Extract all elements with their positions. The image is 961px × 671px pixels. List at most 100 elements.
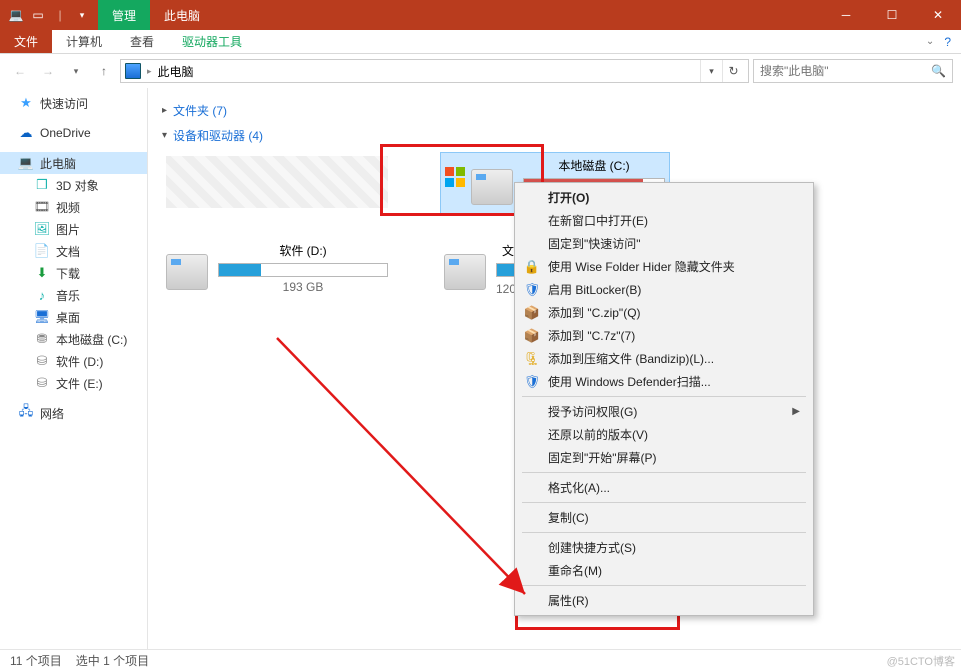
- menu-label: 复制(C): [548, 509, 589, 526]
- chevron-right-icon: ▶: [792, 406, 800, 417]
- menu-item-properties[interactable]: 属性(R): [518, 589, 810, 612]
- blurred-placeholder: [166, 156, 388, 208]
- menu-label: 使用 Wise Folder Hider 隐藏文件夹: [548, 258, 735, 275]
- maximize-button[interactable]: ☐: [869, 0, 915, 30]
- search-input[interactable]: [760, 64, 931, 78]
- group-drives-header[interactable]: ▾设备和驱动器 (4): [162, 127, 947, 144]
- archive-icon: 📦: [524, 328, 540, 344]
- sidebar-item-label: OneDrive: [40, 126, 91, 140]
- recent-locations-button[interactable]: ▾: [64, 59, 88, 83]
- address-bar[interactable]: ▸ 此电脑 ▾ ↻: [120, 59, 749, 83]
- shield-icon: 🛡: [524, 282, 540, 298]
- menu-label: 固定到"快速访问": [548, 235, 641, 252]
- group-folders-header[interactable]: ▸文件夹 (7): [162, 102, 947, 119]
- menu-item-bandizip[interactable]: 🗜添加到压缩文件 (Bandizip)(L)...: [518, 347, 810, 370]
- sidebar-item-onedrive[interactable]: ☁ OneDrive: [0, 122, 147, 144]
- menu-label: 固定到"开始"屏幕(P): [548, 449, 657, 466]
- chevron-right-icon[interactable]: ▸: [147, 66, 152, 77]
- menu-item-pin-start[interactable]: 固定到"开始"屏幕(P): [518, 446, 810, 469]
- tab-file[interactable]: 文件: [0, 30, 52, 53]
- dropdown-icon[interactable]: ▾: [74, 7, 90, 23]
- sidebar-item-label: 桌面: [56, 309, 80, 326]
- sidebar-item-drive-e[interactable]: ⛁文件 (E:): [0, 372, 147, 394]
- desktop-icon: 🖥: [34, 309, 50, 325]
- back-button[interactable]: ←: [8, 59, 32, 83]
- windows-logo-icon: [445, 167, 467, 189]
- defender-icon: 🛡: [524, 374, 540, 390]
- menu-label: 添加到 "C.7z"(7): [548, 327, 635, 344]
- sidebar-item-label: 下载: [56, 265, 80, 282]
- pc-icon: 💻: [18, 155, 34, 171]
- ribbon-expand-icon[interactable]: ⌄: [926, 36, 934, 47]
- menu-label: 在新窗口中打开(E): [548, 212, 648, 229]
- drive-icon: [444, 254, 486, 290]
- sidebar-item-drive-d[interactable]: ⛁软件 (D:): [0, 350, 147, 372]
- checkbox-icon[interactable]: ▭: [30, 7, 46, 23]
- drive-item-unknown[interactable]: [162, 152, 392, 214]
- pc-icon: 💻: [8, 7, 24, 23]
- sidebar-item-label: 网络: [40, 405, 64, 422]
- address-dropdown-icon[interactable]: ▾: [700, 60, 722, 82]
- menu-item-add-c7z[interactable]: 📦 添加到 "C.7z"(7): [518, 324, 810, 347]
- menu-item-open[interactable]: 打开(O): [518, 186, 810, 209]
- sidebar-item-drive-c[interactable]: ⛃本地磁盘 (C:): [0, 328, 147, 350]
- search-icon[interactable]: 🔍: [931, 64, 946, 78]
- forward-button[interactable]: →: [36, 59, 60, 83]
- menu-item-grant-access[interactable]: 授予访问权限(G)▶: [518, 400, 810, 423]
- tab-view[interactable]: 查看: [116, 30, 168, 53]
- menu-item-add-czip[interactable]: 📦添加到 "C.zip"(Q): [518, 301, 810, 324]
- group-label: 设备和驱动器 (4): [173, 127, 263, 144]
- menu-item-bitlocker[interactable]: 🛡启用 BitLocker(B): [518, 278, 810, 301]
- menu-label: 添加到压缩文件 (Bandizip)(L)...: [548, 350, 714, 367]
- sidebar-item-videos[interactable]: 🎞视频: [0, 196, 147, 218]
- document-icon: 📄: [34, 243, 50, 259]
- menu-item-copy[interactable]: 复制(C): [518, 506, 810, 529]
- sidebar-item-label: 图片: [56, 221, 80, 238]
- sidebar-item-music[interactable]: ♪音乐: [0, 284, 147, 306]
- menu-item-defender-scan[interactable]: 🛡使用 Windows Defender扫描...: [518, 370, 810, 393]
- sidebar-item-quick-access[interactable]: ★快速访问: [0, 92, 147, 114]
- download-icon: ⬇: [34, 265, 50, 281]
- ribbon: 文件 计算机 查看 驱动器工具 ⌄ ?: [0, 30, 961, 54]
- context-menu: 打开(O) 在新窗口中打开(E) 固定到"快速访问" 🔒 使用 Wise Fold…: [514, 182, 814, 616]
- close-button[interactable]: ✕: [915, 0, 961, 30]
- menu-label: 添加到 "C.zip"(Q): [548, 304, 641, 321]
- sidebar-item-this-pc[interactable]: 💻此电脑: [0, 152, 147, 174]
- sidebar-item-3d-objects[interactable]: ❒3D 对象: [0, 174, 147, 196]
- menu-item-format[interactable]: 格式化(A)...: [518, 476, 810, 499]
- menu-item-rename[interactable]: 重命名(M): [518, 559, 810, 582]
- window-title: 此电脑: [150, 0, 214, 30]
- capacity-bar: [218, 263, 388, 277]
- tab-driver-tools[interactable]: 驱动器工具: [168, 30, 256, 53]
- sidebar-item-network[interactable]: 🖧网络: [0, 402, 147, 424]
- drive-item-d[interactable]: 软件 (D:) 193 GB: [162, 238, 392, 301]
- drive-icon: ⛁: [34, 375, 50, 391]
- cube-icon: ❒: [34, 177, 50, 193]
- tab-computer[interactable]: 计算机: [52, 30, 116, 53]
- menu-label: 创建快捷方式(S): [548, 539, 636, 556]
- menu-item-restore-versions[interactable]: 还原以前的版本(V): [518, 423, 810, 446]
- sidebar-item-desktop[interactable]: 🖥 桌面: [0, 306, 147, 328]
- title-context-tab[interactable]: 管理: [98, 0, 150, 30]
- sidebar-item-label: 快速访问: [40, 95, 88, 112]
- refresh-icon[interactable]: ↻: [722, 60, 744, 82]
- minimize-button[interactable]: ─: [823, 0, 869, 30]
- menu-separator: [522, 532, 806, 533]
- up-button[interactable]: ↑: [92, 59, 116, 83]
- help-icon[interactable]: ?: [944, 35, 951, 49]
- menu-item-pin-quick-access[interactable]: 固定到"快速访问": [518, 232, 810, 255]
- menu-item-open-new-window[interactable]: 在新窗口中打开(E): [518, 209, 810, 232]
- drive-label: 软件 (D:): [218, 242, 388, 259]
- breadcrumb[interactable]: 此电脑: [158, 63, 194, 80]
- group-label: 文件夹 (7): [173, 102, 227, 119]
- drive-stat: 193 GB: [218, 280, 388, 294]
- lock-icon: 🔒: [524, 259, 540, 275]
- search-box[interactable]: 🔍: [753, 59, 953, 83]
- sidebar-item-downloads[interactable]: ⬇ 下载: [0, 262, 147, 284]
- cloud-icon: ☁: [18, 125, 34, 141]
- sidebar-item-documents[interactable]: 📄文档: [0, 240, 147, 262]
- menu-item-wise-hider[interactable]: 🔒 使用 Wise Folder Hider 隐藏文件夹: [518, 255, 810, 278]
- sidebar-item-pictures[interactable]: 🖼图片: [0, 218, 147, 240]
- menu-item-create-shortcut[interactable]: 创建快捷方式(S): [518, 536, 810, 559]
- sidebar-item-label: 本地磁盘 (C:): [56, 331, 127, 348]
